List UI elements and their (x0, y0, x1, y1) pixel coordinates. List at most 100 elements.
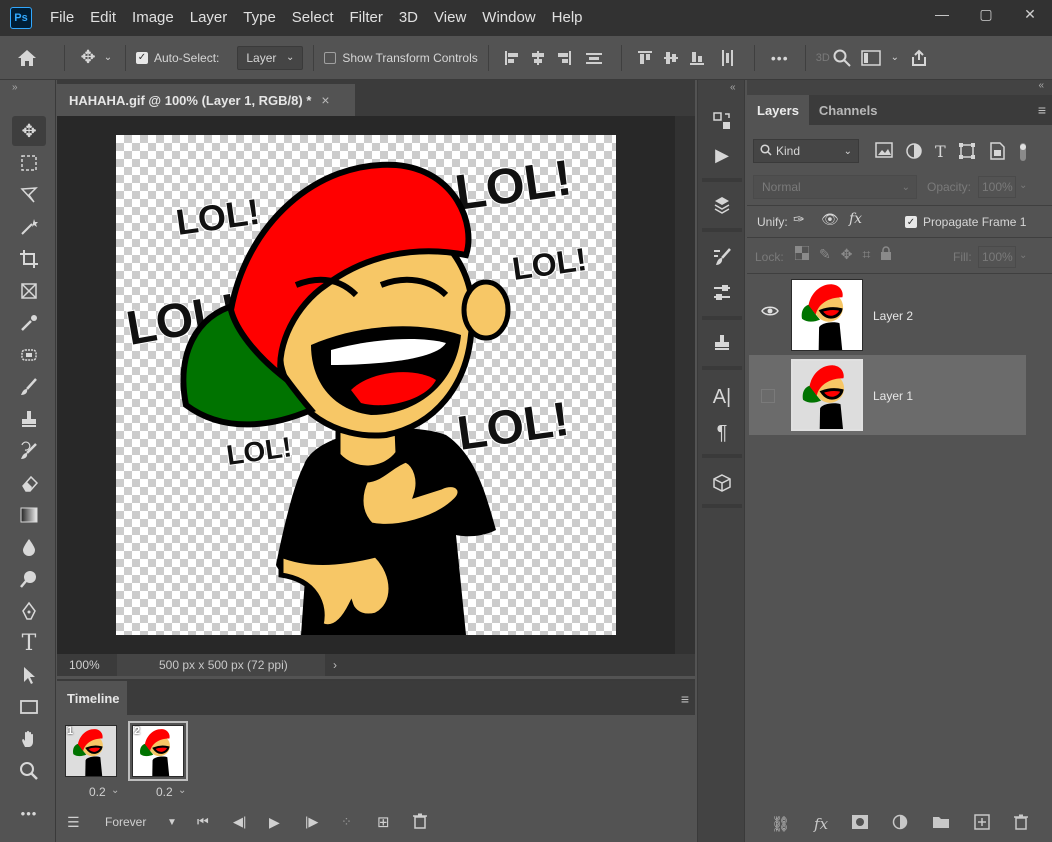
menu-file[interactable]: File (42, 0, 82, 36)
status-menu-arrow[interactable]: › (325, 658, 337, 672)
tab-channels[interactable]: Channels (809, 95, 888, 125)
home-icon[interactable] (0, 49, 54, 67)
layer-name[interactable]: Layer 2 (873, 309, 913, 323)
smart-object-filter-icon[interactable] (988, 142, 1006, 165)
chevron-down-icon[interactable]: ⌄ (111, 785, 119, 796)
fill-input[interactable]: 100% (978, 246, 1016, 268)
lock-all-icon[interactable] (880, 246, 892, 263)
tween-icon[interactable]: ⁘ (341, 814, 377, 830)
move-tool-preset-icon[interactable]: ✥ (75, 47, 101, 68)
convert-timeline-icon[interactable]: ☰ (57, 814, 101, 831)
expand-icon[interactable]: « (730, 82, 736, 93)
character-panel-icon[interactable]: A| (706, 382, 738, 412)
menu-window[interactable]: Window (474, 0, 543, 36)
restore-button[interactable]: ▢ (964, 0, 1008, 28)
first-frame-icon[interactable]: ⏮ (197, 814, 233, 830)
gradient-tool-icon[interactable] (12, 500, 46, 530)
close-tab-icon[interactable]: × (321, 92, 329, 108)
brush-settings-icon[interactable] (706, 242, 738, 272)
chevron-down-icon[interactable]: ⌄ (101, 52, 115, 63)
fx-icon[interactable]: fx (814, 815, 828, 833)
history-panel-icon[interactable] (706, 106, 738, 136)
3d-object-icon[interactable] (706, 468, 738, 498)
stamp-tool-icon[interactable] (12, 404, 46, 434)
expand-icon[interactable]: « (1038, 80, 1044, 91)
timeline-frame-selected[interactable]: 2 0.2 ⌄ (128, 721, 188, 809)
menu-edit[interactable]: Edit (82, 0, 124, 36)
chevron-down-icon[interactable]: ⌄ (178, 785, 186, 796)
previous-frame-icon[interactable]: ◀| (233, 814, 269, 830)
unify-visibility-icon[interactable]: 👁 (821, 211, 839, 228)
tab-layers[interactable]: Layers (747, 95, 809, 125)
align-center-icon[interactable] (525, 50, 551, 66)
chevron-down-icon[interactable]: ⌄ (1019, 180, 1027, 191)
type-tool-icon[interactable]: T (12, 628, 46, 658)
edit-toolbar-icon[interactable]: ••• (12, 798, 46, 828)
canvas[interactable]: LOL! LOL! LOL! LOL! LOL! LOL! (116, 135, 616, 635)
adjustment-filter-icon[interactable] (905, 142, 923, 165)
blur-tool-icon[interactable] (12, 532, 46, 562)
align-middle-icon[interactable] (658, 50, 684, 66)
3d-layers-icon[interactable] (706, 190, 738, 220)
rectangle-tool-icon[interactable] (12, 692, 46, 722)
menu-select[interactable]: Select (284, 0, 342, 36)
distribute-vertical-icon[interactable] (710, 49, 744, 67)
next-frame-icon[interactable]: |▶ (305, 814, 341, 830)
panel-menu-icon[interactable]: ≡ (1038, 95, 1052, 125)
brush-tool-icon[interactable] (12, 372, 46, 402)
align-left-icon[interactable] (499, 50, 525, 66)
align-right-icon[interactable] (551, 50, 577, 66)
document-tab[interactable]: HAHAHA.gif @ 100% (Layer 1, RGB/8) * × (57, 84, 355, 116)
share-icon[interactable] (902, 49, 936, 67)
marquee-tool-icon[interactable] (12, 148, 46, 178)
lasso-tool-icon[interactable] (12, 180, 46, 210)
lock-pixels-icon[interactable]: ✎ (819, 246, 831, 263)
actions-play-icon[interactable]: ▶ (706, 140, 738, 170)
panel-menu-icon[interactable]: ≡ (681, 691, 689, 707)
timeline-frame[interactable]: 1 0.2 ⌄ (61, 721, 119, 809)
layer-row-selected[interactable]: Layer 1 (749, 355, 1026, 435)
clone-source-icon[interactable] (706, 328, 738, 358)
history-brush-icon[interactable] (12, 436, 46, 466)
eyedropper-icon[interactable] (12, 308, 46, 338)
layer-name[interactable]: Layer 1 (873, 389, 913, 403)
shape-filter-icon[interactable] (958, 142, 976, 165)
menu-layer[interactable]: Layer (182, 0, 236, 36)
pen-tool-icon[interactable] (12, 596, 46, 626)
chevron-down-icon[interactable]: ⌄ (888, 52, 902, 63)
adjustment-layer-icon[interactable] (892, 814, 908, 834)
auto-select-checkbox[interactable]: ✓ (136, 51, 148, 64)
more-options-icon[interactable]: ••• (765, 50, 795, 66)
layer-row[interactable]: Layer 2 (749, 275, 1026, 355)
eraser-tool-icon[interactable] (12, 468, 46, 498)
path-selection-icon[interactable] (12, 660, 46, 690)
layer-filter-dropdown[interactable]: Kind ⌄ (753, 139, 859, 163)
frame-tool-icon[interactable] (12, 276, 46, 306)
link-layers-icon[interactable]: ⛓ (771, 815, 790, 833)
trash-icon[interactable] (1013, 814, 1028, 834)
visibility-eye-icon[interactable] (761, 305, 779, 320)
auto-select-dropdown[interactable]: Layer ⌄ (237, 45, 304, 70)
play-icon[interactable]: ▶ (269, 814, 305, 831)
lock-artboard-icon[interactable]: ⌗ (862, 246, 870, 263)
menu-image[interactable]: Image (124, 0, 182, 36)
zoom-level[interactable]: 100% (57, 658, 117, 672)
menu-view[interactable]: View (426, 0, 474, 36)
type-filter-icon[interactable]: T (935, 142, 946, 165)
opacity-input[interactable]: 100% (978, 176, 1016, 198)
lock-position-icon[interactable]: ✥ (841, 246, 853, 263)
timeline-tab[interactable]: Timeline (57, 681, 127, 715)
dodge-tool-icon[interactable] (12, 564, 46, 594)
folder-icon[interactable] (932, 815, 950, 833)
propagate-frame-checkbox[interactable]: ✓ (905, 216, 917, 228)
collapse-icon[interactable]: » (12, 82, 18, 93)
paragraph-panel-icon[interactable]: ¶ (706, 418, 738, 448)
image-filter-icon[interactable] (875, 142, 893, 165)
duplicate-frame-icon[interactable]: ⊞ (377, 813, 413, 831)
healing-brush-icon[interactable] (12, 340, 46, 370)
menu-help[interactable]: Help (544, 0, 591, 36)
align-bottom-icon[interactable] (684, 50, 710, 66)
minimize-button[interactable]: — (920, 0, 964, 28)
search-icon[interactable] (830, 49, 854, 67)
frame-delay[interactable]: 0.2 (89, 785, 106, 799)
